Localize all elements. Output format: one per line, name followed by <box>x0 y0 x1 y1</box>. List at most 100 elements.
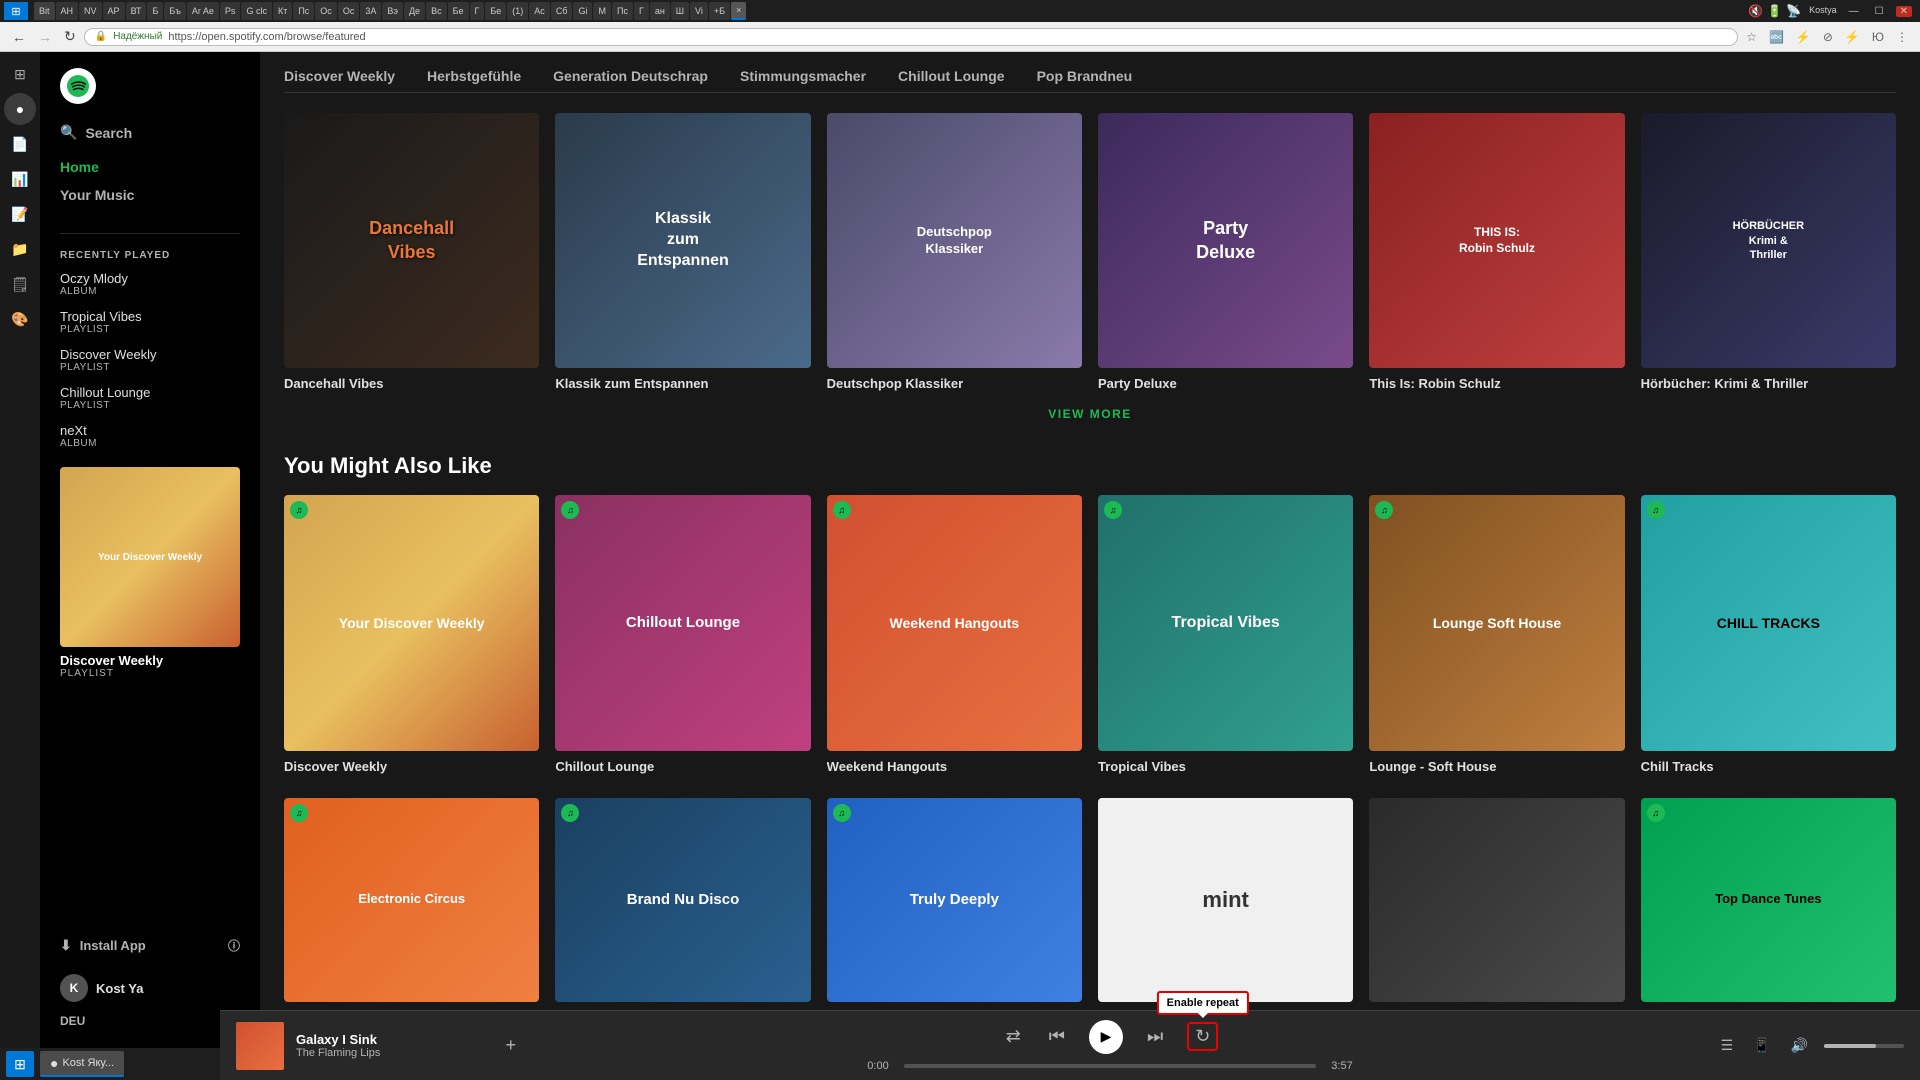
ext5-icon[interactable]: Ю <box>1868 28 1888 46</box>
shuffle-btn[interactable]: ⇄ <box>1002 1022 1025 1051</box>
taskbar-tab-1[interactable]: (1) <box>507 2 528 20</box>
ext2-icon[interactable]: ⚡ <box>1792 28 1815 46</box>
taskbar-tab-vt[interactable]: ВТ <box>126 2 147 20</box>
view-more-btn[interactable]: VIEW MORE <box>1032 399 1148 429</box>
taskbar-tab-or[interactable]: Ос <box>338 2 360 20</box>
play-btn[interactable]: ▶ <box>1089 1020 1123 1054</box>
reload-btn[interactable]: ↻ <box>60 26 80 47</box>
taskbar-tab-close[interactable]: × <box>731 2 746 20</box>
taskbar-tab-b2[interactable]: Бъ <box>164 2 186 20</box>
featured-stimmungsmacher[interactable]: Stimmungsmacher <box>740 68 866 84</box>
spotify-logo[interactable] <box>40 68 260 124</box>
icon-file[interactable]: 📄 <box>4 128 36 160</box>
taskbar-tab-ap[interactable]: АР <box>103 2 125 20</box>
taskbar-tab-gclc[interactable]: G clc <box>241 2 272 20</box>
taskbar-bottom-start[interactable]: ⊞ <box>6 1051 34 1077</box>
sidebar-recent-item-chillout[interactable]: Chillout Lounge PLAYLIST <box>40 379 260 417</box>
minimize-btn[interactable]: — <box>1845 6 1863 17</box>
card-brand-nu[interactable]: Brand Nu Disco ♫ <box>555 798 810 1010</box>
sidebar-recent-item-oczy[interactable]: Oczy Mlody ALBUM <box>40 265 260 303</box>
taskbar-tab-an[interactable]: ан <box>650 2 670 20</box>
featured-herbstgefuhle[interactable]: Herbstgefühle <box>427 68 521 84</box>
taskbar-tab-ps2[interactable]: Пс <box>293 2 314 20</box>
featured-discover-weekly[interactable]: Discover Weekly <box>284 68 395 84</box>
card-party[interactable]: PartyDeluxe Party Deluxe <box>1098 113 1353 391</box>
card-discover-weekly[interactable]: Your Discover Weekly ♫ Discover Weekly <box>284 495 539 773</box>
forward-btn[interactable]: → <box>34 27 56 47</box>
card-mint[interactable]: mint <box>1098 798 1353 1010</box>
icon-chrome[interactable]: ● <box>4 93 36 125</box>
taskbar-start-btn[interactable]: ⊞ <box>4 2 28 20</box>
close-btn[interactable]: ✕ <box>1896 6 1912 17</box>
repeat-btn[interactable]: ↻ <box>1187 1022 1218 1051</box>
taskbar-tab-m[interactable]: М <box>593 2 611 20</box>
taskbar-tab-bit[interactable]: Bit <box>34 2 55 20</box>
card-chillout[interactable]: Chillout Lounge ♫ Chillout Lounge <box>555 495 810 773</box>
card-deutschpop[interactable]: DeutschpopKlassiker Deutschpop Klassiker <box>827 113 1082 391</box>
card-chill-tracks[interactable]: CHILL TRACKS ♫ Chill Tracks <box>1641 495 1896 773</box>
ext3-icon[interactable]: ⊘ <box>1819 28 1837 46</box>
taskbar-tab-de[interactable]: Де <box>404 2 425 20</box>
devices-btn[interactable]: 📱 <box>1749 1033 1774 1058</box>
icon-windows[interactable]: ⊞ <box>4 58 36 90</box>
taskbar-tab-yt[interactable]: Г <box>634 2 649 20</box>
star-icon[interactable]: ☆ <box>1742 28 1761 46</box>
install-app-btn[interactable]: ⬇ Install App ⓘ <box>40 925 260 966</box>
ext4-icon[interactable]: ⚡ <box>1841 28 1864 46</box>
taskbar-tab-ah[interactable]: АН <box>56 2 79 20</box>
ext1-icon[interactable]: 🔤 <box>1765 28 1788 46</box>
player-add-btn[interactable]: + <box>505 1035 516 1056</box>
taskbar-tab-as[interactable]: Ас <box>529 2 550 20</box>
icon-excel[interactable]: 📊 <box>4 163 36 195</box>
volume-bar[interactable] <box>1824 1044 1904 1048</box>
menu-icon[interactable]: ⋮ <box>1892 28 1912 46</box>
sidebar-item-home[interactable]: Home <box>60 153 240 181</box>
card-top-dance[interactable]: Top Dance Tunes ♫ <box>1641 798 1896 1010</box>
card-tropical[interactable]: Tropical Vibes ♫ Tropical Vibes <box>1098 495 1353 773</box>
featured-chillout[interactable]: Chillout Lounge <box>898 68 1005 84</box>
taskbar-tab-vi[interactable]: Vi <box>690 2 708 20</box>
previous-btn[interactable]: ⏮ <box>1045 1022 1069 1051</box>
featured-pop-brandneu[interactable]: Pop Brandneu <box>1037 68 1133 84</box>
next-btn[interactable]: ⏭ <box>1143 1022 1167 1051</box>
back-btn[interactable]: ← <box>8 27 30 47</box>
icon-folder[interactable]: 📁 <box>4 233 36 265</box>
card-krimi[interactable]: HÖRBÜCHERKrimi &Thriller Hörbücher: Krim… <box>1641 113 1896 391</box>
featured-generation[interactable]: Generation Deutschrap <box>553 68 708 84</box>
icon-notepad[interactable]: 🗒 <box>4 268 36 300</box>
taskbar-tab-plus[interactable]: +Б <box>709 2 730 20</box>
card-robin[interactable]: THIS IS:Robin Schulz This Is: Robin Schu… <box>1369 113 1624 391</box>
taskbar-tab-nv[interactable]: NV <box>79 2 102 20</box>
taskbar-tab-3a[interactable]: 3А <box>360 2 381 20</box>
taskbar-tab-g[interactable]: Г <box>470 2 485 20</box>
taskbar-tab-arae[interactable]: Ar Ae <box>187 2 219 20</box>
card-electronic[interactable]: Electronic Circus ♫ <box>284 798 539 1010</box>
icon-ps[interactable]: 🎨 <box>4 303 36 335</box>
sidebar-recent-item-tropical[interactable]: Tropical Vibes PLAYLIST <box>40 303 260 341</box>
card-klassik[interactable]: KlassikzumEntspannen Klassik zum Entspan… <box>555 113 810 391</box>
sidebar-recent-item-discover[interactable]: Discover Weekly PLAYLIST <box>40 341 260 379</box>
taskbar-bottom-chrome[interactable]: ● Kost Яку... <box>40 1051 124 1077</box>
queue-btn[interactable]: ☰ <box>1717 1033 1738 1058</box>
taskbar-tab-sb[interactable]: Сб <box>551 2 573 20</box>
taskbar-tab-vs[interactable]: Вс <box>426 2 447 20</box>
card-konflikt[interactable] <box>1369 798 1624 1010</box>
taskbar-tab-sh[interactable]: Ш <box>671 2 689 20</box>
sidebar-recent-item-next[interactable]: neXt ALBUM <box>40 417 260 455</box>
card-dancehall[interactable]: DancehallVibes Dancehall Vibes <box>284 113 539 391</box>
card-truly-deeply[interactable]: Truly Deeply ♫ <box>827 798 1082 1010</box>
taskbar-tab-os[interactable]: Ос <box>315 2 337 20</box>
taskbar-tab-be1[interactable]: Бе <box>448 2 469 20</box>
search-link[interactable]: 🔍 Search <box>40 124 260 153</box>
taskbar-tab-ve[interactable]: Вэ <box>382 2 403 20</box>
sidebar-item-your-music[interactable]: Your Music <box>60 181 240 209</box>
progress-bar[interactable] <box>904 1064 1316 1068</box>
restore-btn[interactable]: ☐ <box>1871 6 1888 17</box>
volume-icon[interactable]: 🔊 <box>1787 1033 1812 1058</box>
card-lounge[interactable]: Lounge Soft House ♫ Lounge - Soft House <box>1369 495 1624 773</box>
taskbar-tab-kt[interactable]: Кт <box>273 2 292 20</box>
icon-word[interactable]: 📝 <box>4 198 36 230</box>
install-info-icon[interactable]: ⓘ <box>228 937 240 954</box>
taskbar-tab-b1[interactable]: Б <box>147 2 163 20</box>
taskbar-tab-gi[interactable]: Gi <box>573 2 592 20</box>
